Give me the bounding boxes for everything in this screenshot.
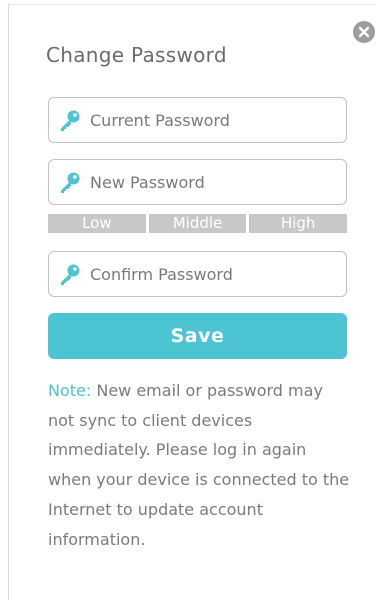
password-strength-meter: Low Middle High <box>48 214 348 233</box>
note-text: Note: New email or password may not sync… <box>48 376 353 554</box>
confirm-password-input[interactable] <box>90 264 330 284</box>
close-button[interactable] <box>353 21 375 43</box>
save-button[interactable]: Save <box>48 313 347 359</box>
strength-high: High <box>249 214 348 233</box>
new-password-input[interactable] <box>90 172 330 192</box>
strength-low: Low <box>48 214 146 233</box>
current-password-input[interactable] <box>90 110 330 130</box>
note-label: Note: <box>48 381 92 400</box>
new-password-field[interactable] <box>48 159 347 205</box>
confirm-password-field[interactable] <box>48 251 347 297</box>
dialog-title: Change Password <box>46 43 227 67</box>
strength-middle: Middle <box>148 214 247 233</box>
note-body: New email or password may not sync to cl… <box>48 381 350 549</box>
close-icon <box>358 26 370 38</box>
key-icon <box>61 110 80 131</box>
key-icon <box>61 264 80 285</box>
key-icon <box>61 172 80 193</box>
current-password-field[interactable] <box>48 97 347 143</box>
